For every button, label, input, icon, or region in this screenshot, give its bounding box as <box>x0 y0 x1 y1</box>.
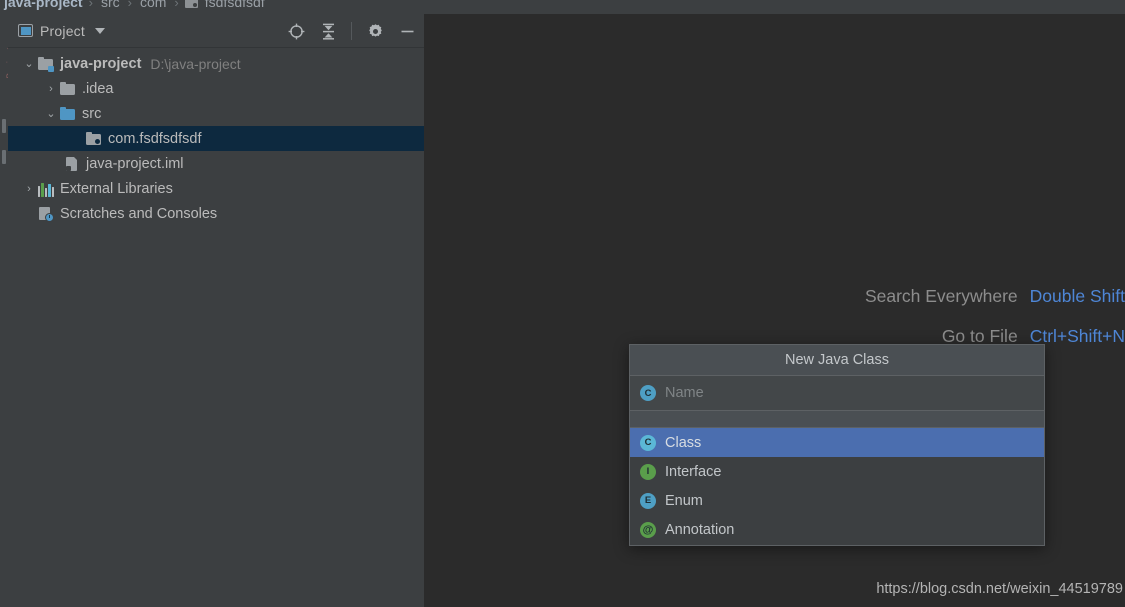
class-kind-list[interactable]: C Class I Interface E Enum @ Annotation <box>630 428 1044 545</box>
stripe-mark <box>2 150 6 164</box>
class-badge-icon: C <box>640 434 656 451</box>
tree-item-label: com.fsdfsdfsdf <box>108 130 202 147</box>
breadcrumb-strip: java-project › src › com › fsdfsdfsdf <box>0 0 1125 14</box>
class-kind-label: Enum <box>665 492 703 509</box>
class-badge-icon: C <box>640 385 656 401</box>
tree-item-label: Scratches and Consoles <box>60 205 218 222</box>
chevron-down-icon[interactable]: ⌄ <box>42 107 60 120</box>
annotation-badge-icon: @ <box>640 521 656 538</box>
breadcrumb-item-package[interactable]: fsdfsdfsdf <box>203 0 267 10</box>
project-tree[interactable]: ⌄ java-project D:\java-project › .idea ⌄… <box>8 48 424 226</box>
tree-row[interactable]: java-project.iml <box>8 151 424 176</box>
toolbar-divider <box>351 22 352 40</box>
scratches-icon <box>38 206 54 222</box>
tree-item-label: java-project.iml <box>86 155 184 172</box>
class-kind-option-enum[interactable]: E Enum <box>630 486 1044 515</box>
tree-item-label: java-project <box>60 55 142 72</box>
tree-item-label: External Libraries <box>60 180 173 197</box>
class-kind-label: Interface <box>665 463 722 480</box>
tree-item-label: src <box>82 105 102 122</box>
tree-row[interactable]: › External Libraries <box>8 176 424 201</box>
tree-item-path: D:\java-project <box>150 55 241 72</box>
breadcrumb-item-src[interactable]: src <box>99 0 122 10</box>
popup-separator <box>630 411 1044 428</box>
tree-row[interactable]: ⌄ java-project D:\java-project <box>8 51 424 76</box>
panel-title: Project <box>40 22 85 39</box>
new-java-class-popup: New Java Class C Name C Class I Interfac… <box>629 344 1045 546</box>
stripe-mark <box>2 119 6 133</box>
shortcut-action: Search Everywhere <box>864 286 1018 306</box>
external-libraries-icon <box>38 181 55 197</box>
tree-row[interactable]: Scratches and Consoles <box>8 201 424 226</box>
class-name-input-row[interactable]: C Name <box>630 376 1044 411</box>
chevron-right-icon[interactable]: › <box>42 83 60 95</box>
shortcut-hint-row: Search Everywhere Double Shift <box>425 286 1125 326</box>
interface-badge-icon: I <box>640 463 656 480</box>
enum-badge-icon: E <box>640 492 656 509</box>
chevron-down-icon[interactable]: ⌄ <box>20 57 38 70</box>
module-folder-icon <box>38 56 54 72</box>
settings-gear-icon[interactable] <box>366 22 384 40</box>
class-kind-label: Class <box>665 434 702 451</box>
chevron-right-icon[interactable]: › <box>20 183 38 195</box>
popup-title: New Java Class <box>630 345 1044 376</box>
class-kind-label: Annotation <box>665 521 735 538</box>
class-kind-option-class[interactable]: C Class <box>630 428 1044 457</box>
project-view-selector[interactable]: Project <box>18 23 105 39</box>
tool-window-stripe-left[interactable]: Project <box>0 14 8 607</box>
hide-icon[interactable] <box>398 22 416 40</box>
select-opened-file-icon[interactable] <box>287 22 305 40</box>
collapse-all-icon[interactable] <box>319 22 337 40</box>
package-icon <box>86 131 102 147</box>
source-folder-icon <box>60 106 76 122</box>
panel-header-actions <box>287 14 416 48</box>
project-window-icon <box>18 24 33 37</box>
tree-row[interactable]: › .idea <box>8 76 424 101</box>
chevron-down-icon[interactable] <box>94 27 105 34</box>
breadcrumb-separator-1: › <box>88 0 93 10</box>
iml-file-icon <box>64 156 80 172</box>
watermark: https://blog.csdn.net/weixin_44519789 <box>876 581 1123 597</box>
project-tool-window: Project ⌄ java-project D:\java-project ›… <box>8 14 425 607</box>
tree-row-selected[interactable]: com.fsdfsdfsdf <box>8 126 424 151</box>
tree-row[interactable]: ⌄ src <box>8 101 424 126</box>
idea-window: java-project › src › com › fsdfsdfsdf Pr… <box>0 0 1125 607</box>
tree-item-label: .idea <box>82 80 114 97</box>
breadcrumb-separator-2: › <box>127 0 132 10</box>
breadcrumb-project[interactable]: java-project <box>0 0 83 10</box>
package-icon <box>184 0 198 8</box>
folder-icon <box>60 81 76 97</box>
class-kind-option-interface[interactable]: I Interface <box>630 457 1044 486</box>
shortcut-key: Double Shift <box>1029 286 1125 306</box>
breadcrumb-item-com[interactable]: com <box>138 0 168 10</box>
breadcrumb[interactable]: java-project › src › com › fsdfsdfsdf <box>0 0 267 13</box>
project-panel-header: Project <box>8 14 424 48</box>
breadcrumb-separator-3: › <box>174 0 179 10</box>
class-kind-option-annotation[interactable]: @ Annotation <box>630 515 1044 544</box>
class-name-input-placeholder[interactable]: Name <box>665 385 704 401</box>
